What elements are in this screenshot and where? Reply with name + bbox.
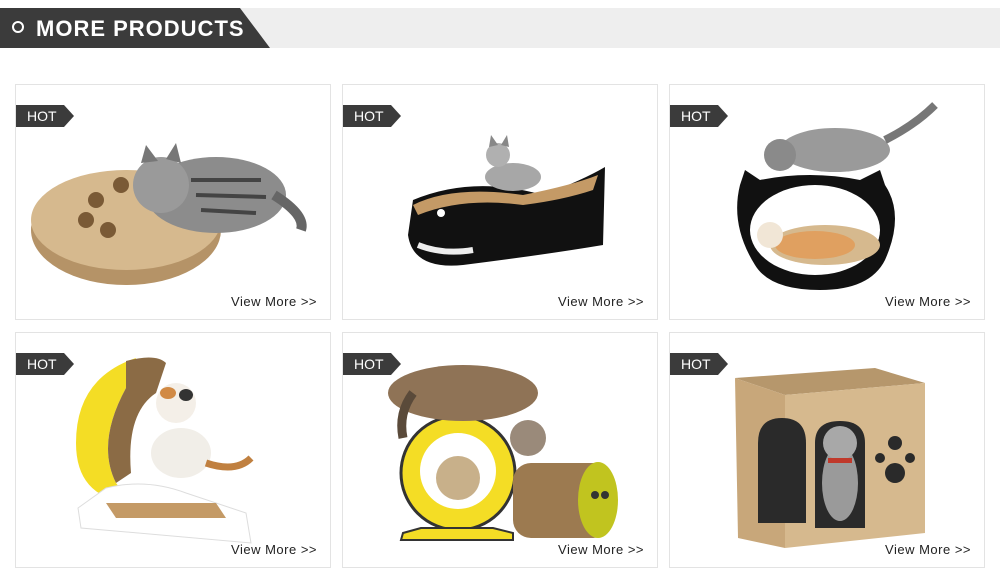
- view-more-link[interactable]: View More >>: [885, 542, 971, 557]
- hot-badge: HOT: [16, 105, 74, 127]
- hot-badge: HOT: [343, 105, 401, 127]
- product-card-cat-ear-scratcher[interactable]: HOT View More >>: [669, 84, 985, 320]
- hot-badge: HOT: [343, 353, 401, 375]
- hot-badge: HOT: [670, 353, 728, 375]
- product-card-ring-roller-scratcher[interactable]: HOT View More >>: [342, 332, 658, 568]
- circle-bullet-icon: [12, 21, 24, 33]
- view-more-link[interactable]: View More >>: [558, 542, 644, 557]
- hot-badge: HOT: [670, 105, 728, 127]
- hot-badge: HOT: [16, 353, 74, 375]
- view-more-link[interactable]: View More >>: [231, 294, 317, 309]
- view-more-link[interactable]: View More >>: [558, 294, 644, 309]
- view-more-link[interactable]: View More >>: [885, 294, 971, 309]
- product-card-moon-scratcher[interactable]: HOT View More >>: [15, 332, 331, 568]
- product-card-cat-house[interactable]: HOT View More >>: [669, 332, 985, 568]
- section-title: MORE PRODUCTS: [36, 16, 245, 41]
- product-card-whale-scratcher[interactable]: HOT View More >>: [342, 84, 658, 320]
- view-more-link[interactable]: View More >>: [231, 542, 317, 557]
- product-card-round-scratcher[interactable]: HOT View More >>: [15, 84, 331, 320]
